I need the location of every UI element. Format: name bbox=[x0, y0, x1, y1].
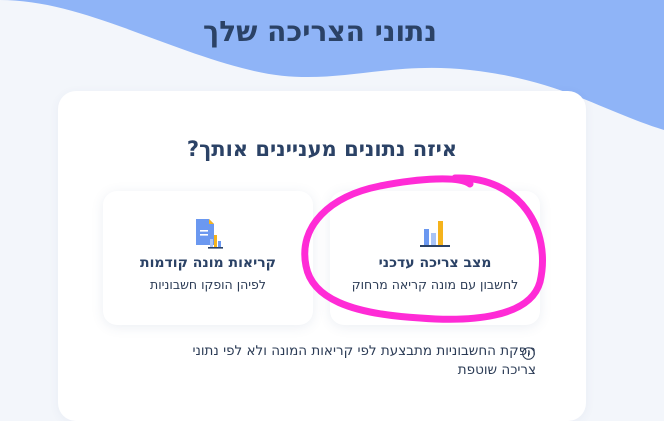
footnote-text: הפקת החשבוניות מתבצעת לפי קריאות המונה ו… bbox=[192, 343, 536, 378]
bar-chart-icon bbox=[330, 217, 540, 247]
option-title: מצב צריכה עדכני bbox=[378, 255, 492, 271]
question-heading: איזה נתונים מעניינים אותך? bbox=[186, 137, 458, 161]
option-subtitle: לחשבון עם מונה קריאה מרחוק bbox=[351, 277, 519, 292]
page-title: נתוני הצריכה שלך bbox=[203, 15, 437, 48]
option-current-consumption[interactable]: מצב צריכה עדכני לחשבון עם מונה קריאה מרח… bbox=[330, 191, 540, 325]
option-title: קריאות מונה קודמות bbox=[140, 255, 276, 271]
document-chart-icon bbox=[103, 217, 313, 251]
option-previous-readings[interactable]: קריאות מונה קודמות לפיהן הופקו חשבוניות bbox=[103, 191, 313, 325]
option-subtitle: לפיהן הופקו חשבוניות bbox=[150, 277, 266, 292]
